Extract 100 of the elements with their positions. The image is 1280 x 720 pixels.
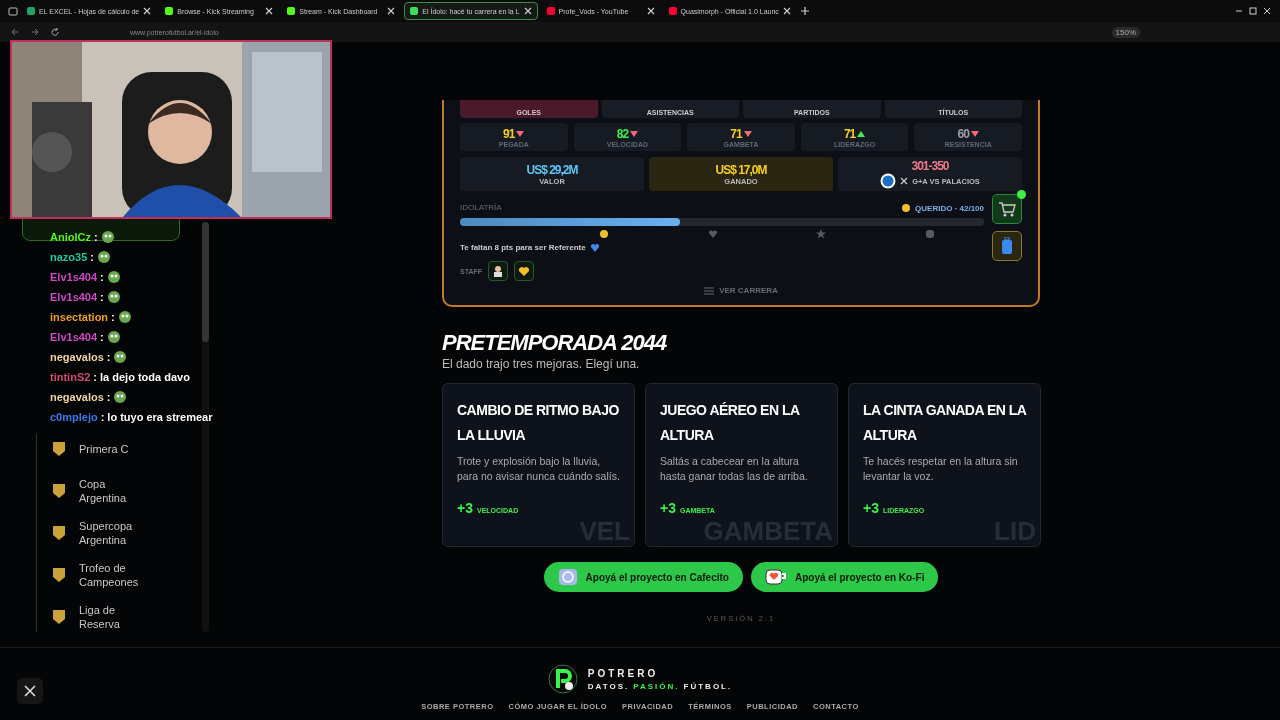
chat-username: insectation bbox=[50, 310, 109, 323]
person-icon bbox=[493, 265, 504, 277]
sidebar-item[interactable]: Supercopa Argentina bbox=[79, 519, 149, 547]
support-button[interactable]: Apoyá el proyecto en Ko-Fi bbox=[750, 562, 939, 592]
attribute-value: 82 bbox=[616, 126, 629, 141]
chat-message: lo tuyo era stremear bbox=[107, 410, 213, 423]
emote-icon bbox=[117, 309, 132, 324]
close-icon bbox=[1262, 6, 1272, 16]
luggage-icon bbox=[1001, 237, 1013, 255]
emote-icon bbox=[106, 269, 121, 284]
new-tab-icon bbox=[799, 6, 810, 16]
shield-icon bbox=[51, 566, 67, 584]
section-title: PRETEMPORADA 2044 bbox=[442, 330, 668, 356]
chat-separator: : bbox=[100, 270, 104, 283]
forward-icon bbox=[30, 27, 40, 37]
chat-message: la dejo toda davo bbox=[100, 370, 190, 383]
chat-separator: : bbox=[90, 250, 94, 263]
chat-separator: : bbox=[106, 390, 111, 403]
notification-dot bbox=[1017, 190, 1026, 199]
zoom-level[interactable]: 150% bbox=[1111, 26, 1140, 38]
staff-button[interactable] bbox=[514, 261, 535, 281]
list-icon bbox=[704, 286, 715, 295]
shield-icon bbox=[51, 524, 67, 542]
sidebar-item[interactable]: Copa Argentina bbox=[79, 477, 149, 505]
chat-separator: : bbox=[111, 310, 115, 323]
emote-icon bbox=[100, 229, 115, 244]
badge-icon bbox=[924, 229, 935, 239]
heart-icon bbox=[707, 229, 718, 239]
card-description: Te hacés respetar en la altura sin levantar la voz. bbox=[863, 454, 1019, 483]
tagline-word: PASIÓN. bbox=[633, 681, 680, 691]
tab-list-icon bbox=[8, 6, 18, 16]
chat-username: AniolCz bbox=[50, 230, 91, 243]
emote-icon bbox=[96, 249, 111, 264]
brand-name: POTRERO bbox=[587, 667, 660, 679]
ver-carrera-link[interactable]: VER CARRERA bbox=[704, 286, 778, 295]
close-icon bbox=[523, 7, 532, 15]
emote-icon bbox=[106, 289, 121, 304]
money-value: US$ 29,2M bbox=[526, 162, 578, 177]
bonus-value: +3 bbox=[457, 500, 473, 516]
chat-separator: : bbox=[100, 290, 104, 303]
logo-icon bbox=[547, 664, 578, 694]
chat-username: Elv1s404 bbox=[50, 330, 98, 343]
heart-icon bbox=[589, 243, 600, 252]
sidebar-item[interactable]: Liga de Reserva bbox=[79, 603, 149, 631]
back-icon bbox=[10, 27, 20, 37]
card-description: Saltás a cabecear en la altura hasta ganar todas las de arriba. bbox=[660, 454, 809, 483]
emote-icon bbox=[113, 349, 128, 364]
close-icon bbox=[143, 7, 152, 15]
luggage-button[interactable] bbox=[992, 231, 1022, 261]
shield-icon bbox=[51, 608, 67, 626]
sidebar-item[interactable]: Primera C bbox=[79, 442, 149, 456]
close-icon bbox=[646, 7, 655, 15]
star-icon bbox=[816, 229, 827, 239]
meter-label: IDOLATRÍA bbox=[460, 203, 502, 213]
meter-status: QUERIDO · 42/100 bbox=[915, 203, 984, 213]
close-icon bbox=[387, 7, 396, 15]
shield-icon bbox=[51, 482, 67, 500]
coffee-cup-icon bbox=[764, 568, 787, 586]
attribute-value: 91 bbox=[503, 126, 515, 141]
card-title: JUEGO AÉREO EN LA ALTURA bbox=[660, 401, 801, 445]
staff-button[interactable] bbox=[488, 261, 509, 281]
club-crest-icon bbox=[880, 173, 897, 189]
sidebar-item[interactable]: Trofeo de Campeones bbox=[79, 561, 149, 589]
chat-separator: : bbox=[93, 230, 98, 243]
chat-separator: : bbox=[100, 330, 104, 343]
shield-icon bbox=[51, 440, 67, 458]
attribute-value: 71 bbox=[730, 126, 742, 141]
maximize-icon bbox=[1248, 6, 1258, 16]
chat-username: nazo35 bbox=[50, 250, 88, 263]
chat-username: c0mplejo bbox=[50, 410, 98, 423]
chat-username: negavalos bbox=[50, 390, 104, 403]
money-value: US$ 17,0M bbox=[715, 162, 767, 177]
close-icon bbox=[265, 7, 274, 15]
attribute-value: 71 bbox=[843, 126, 856, 141]
bonus-value: +3 bbox=[863, 500, 879, 516]
card-title: LA CINTA GANADA EN LA ALTURA bbox=[863, 401, 1026, 445]
chat-separator: : bbox=[93, 370, 97, 383]
emote-icon bbox=[106, 329, 121, 344]
x-social-button[interactable] bbox=[17, 678, 43, 704]
chat-username: Elv1s404 bbox=[50, 290, 98, 303]
chat-username: Elv1s404 bbox=[50, 270, 98, 283]
card-description: Trote y explosión bajo la lluvia, para no avisar nunca cuándo salís. bbox=[457, 454, 620, 483]
bonus-value: +3 bbox=[660, 500, 676, 516]
reload-icon bbox=[50, 27, 60, 37]
chat-separator: : bbox=[100, 410, 105, 423]
support-button[interactable]: Apoyá el proyecto en Cafecito bbox=[543, 562, 743, 592]
cart-icon bbox=[998, 201, 1016, 217]
chat-username: negavalos bbox=[50, 350, 104, 363]
close-icon bbox=[782, 7, 791, 15]
ranking-value: 301-350 bbox=[911, 159, 949, 173]
attribute-value: 60 bbox=[957, 126, 969, 141]
chat-username: tintinS2 bbox=[50, 370, 91, 383]
hint-text: Te faltan 8 pts para ser Referente bbox=[460, 243, 586, 252]
emote-icon bbox=[113, 389, 128, 404]
tagline-word: DATOS. bbox=[587, 681, 630, 691]
card-title: CAMBIO DE RITMO BAJO LA LLUVIA bbox=[457, 401, 620, 445]
section-subtitle: El dado trajo tres mejoras. Elegí una. bbox=[442, 357, 641, 371]
chat-separator: : bbox=[106, 350, 111, 363]
x-logo-icon bbox=[24, 685, 36, 697]
tagline-word: FÚTBOL. bbox=[683, 681, 733, 691]
